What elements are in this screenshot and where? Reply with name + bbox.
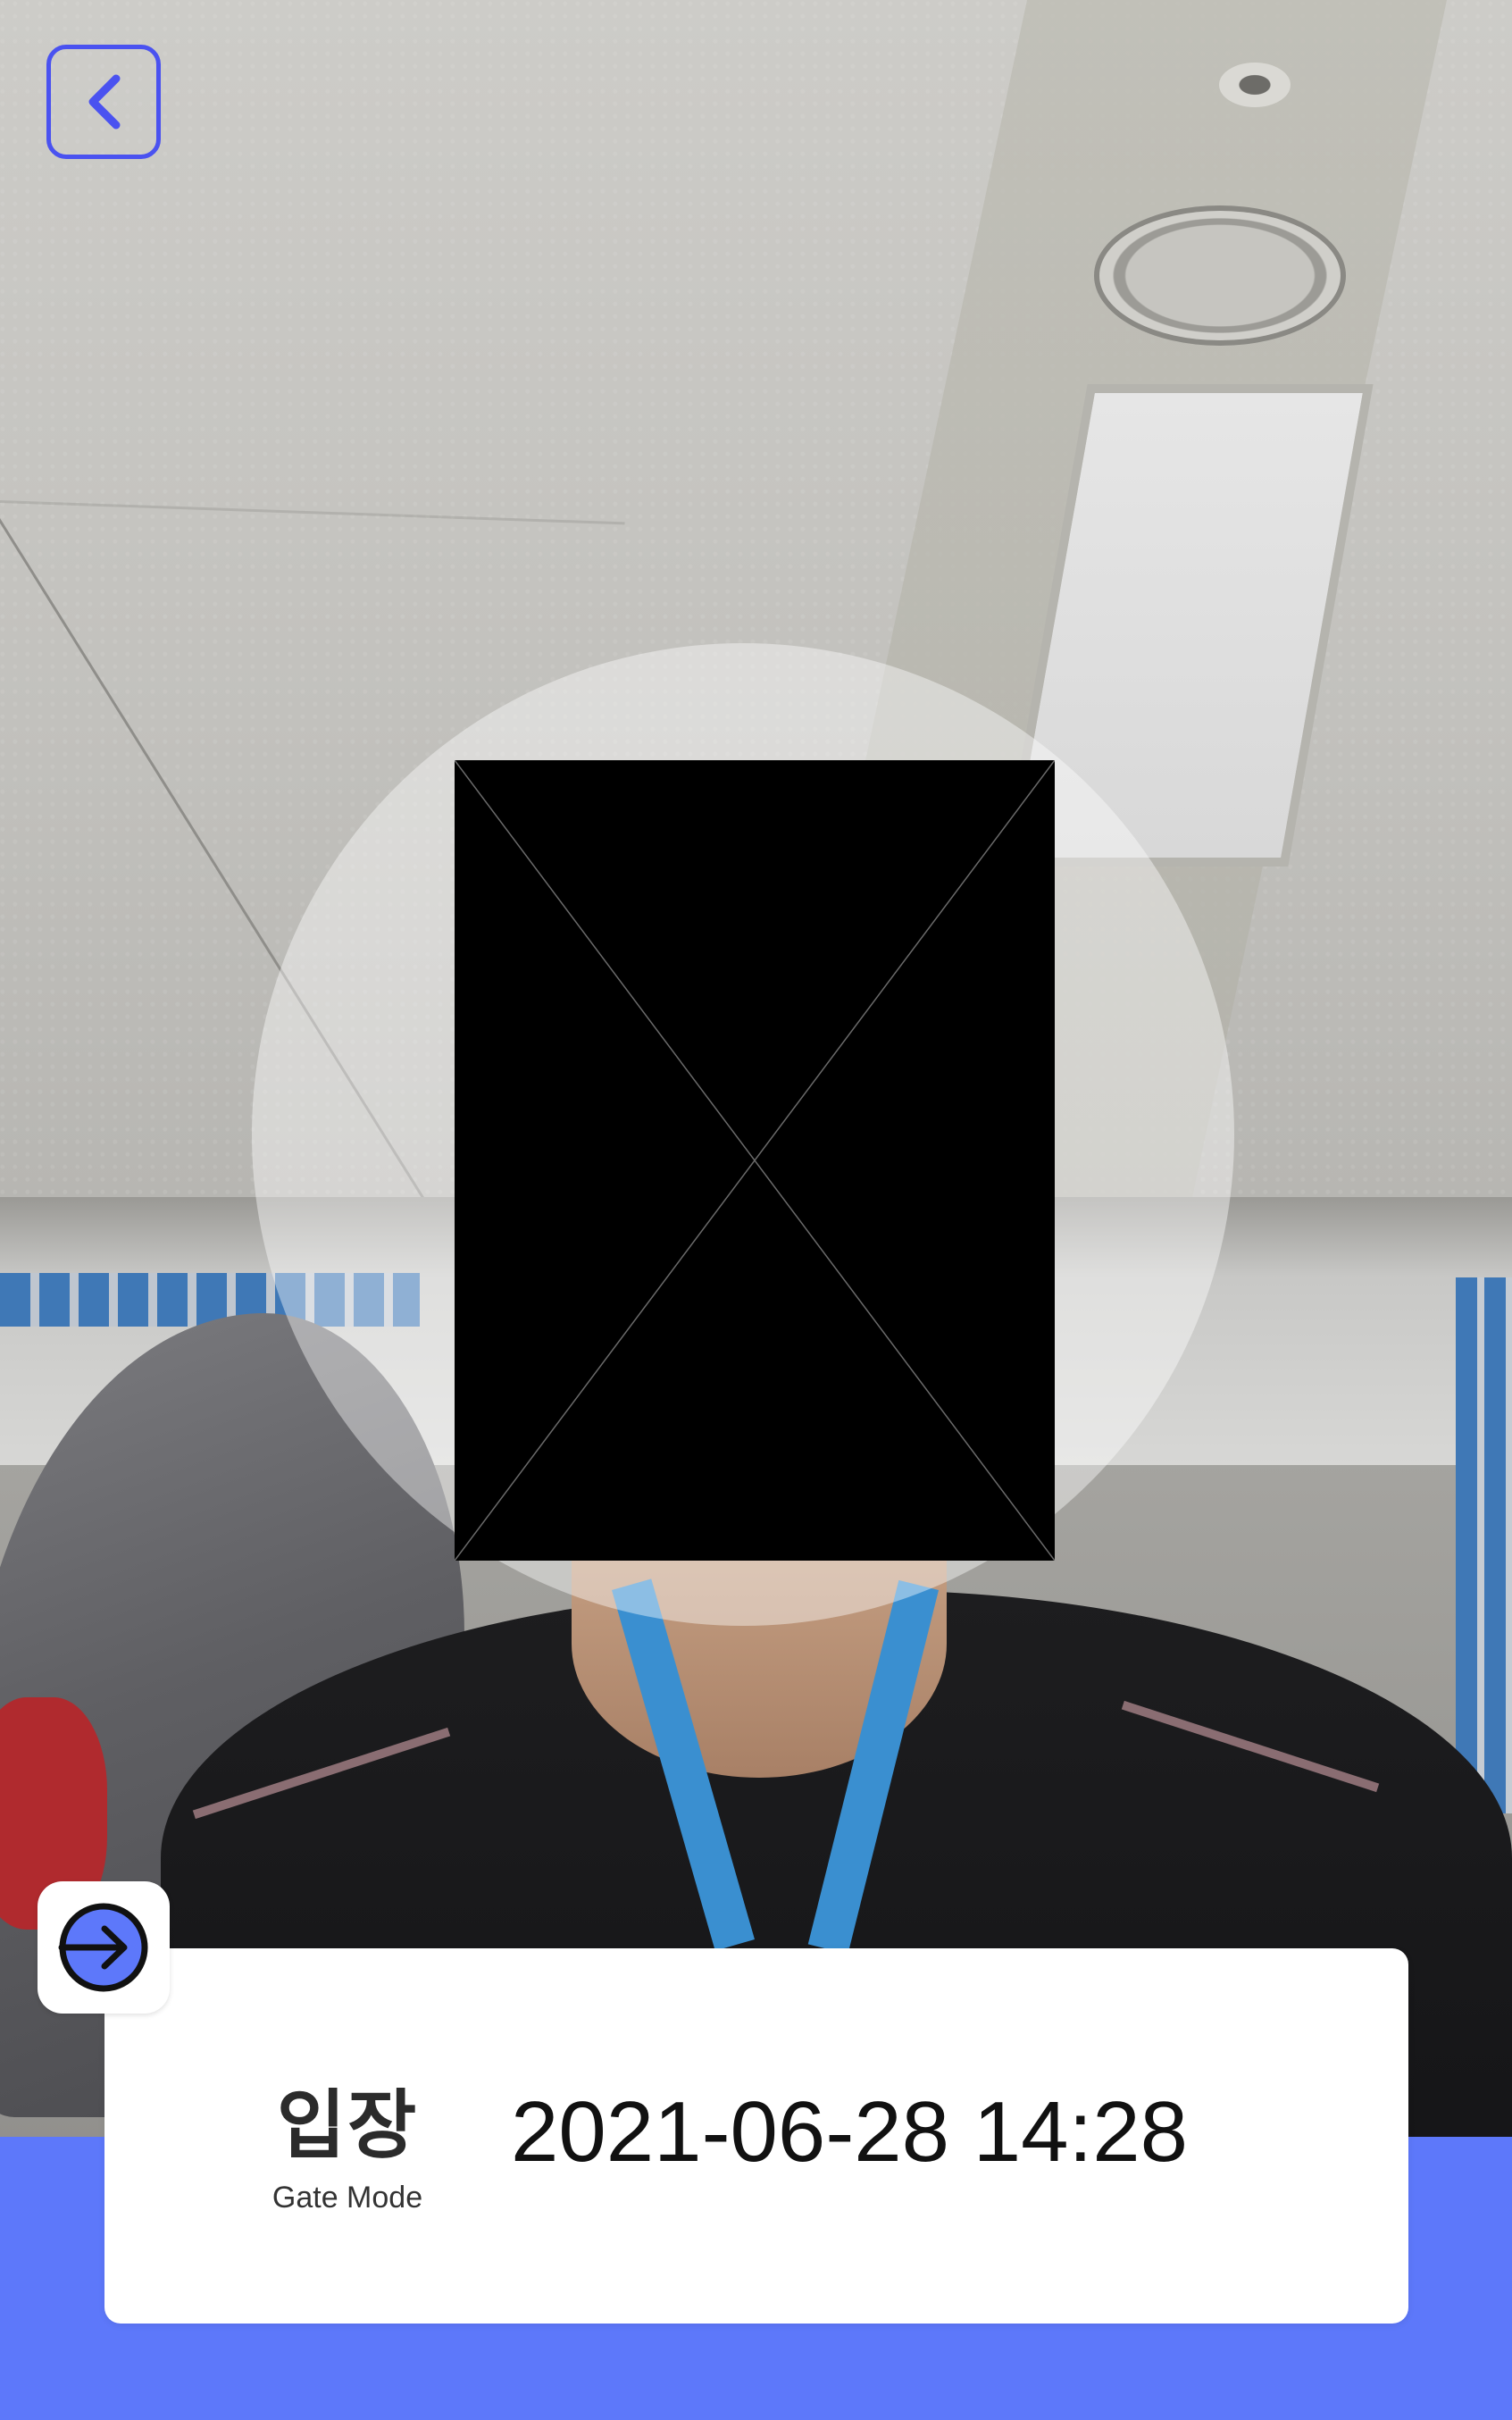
face-redaction [455, 760, 1055, 1561]
scan-datetime: 2021-06-28 14:28 [511, 2084, 1188, 2180]
gate-info-card: 입장 Gate Mode 2021-06-28 14:28 [104, 1948, 1408, 2324]
back-button[interactable] [46, 45, 161, 159]
gate-mode-subtitle: Gate Mode [271, 2181, 423, 2215]
sprinkler [1219, 63, 1291, 107]
gate-mode-toggle-button[interactable] [38, 1881, 170, 2014]
window-blinds [1456, 1277, 1512, 1813]
redaction-cross [455, 760, 1055, 1561]
ceiling-vent [1094, 205, 1346, 346]
arrow-right-circle-icon [58, 1903, 148, 1992]
gate-mode-title: 입장 [276, 2081, 419, 2169]
chevron-left-icon [88, 74, 121, 130]
gate-scan-screen: 입장 Gate Mode 2021-06-28 14:28 [0, 0, 1512, 2420]
